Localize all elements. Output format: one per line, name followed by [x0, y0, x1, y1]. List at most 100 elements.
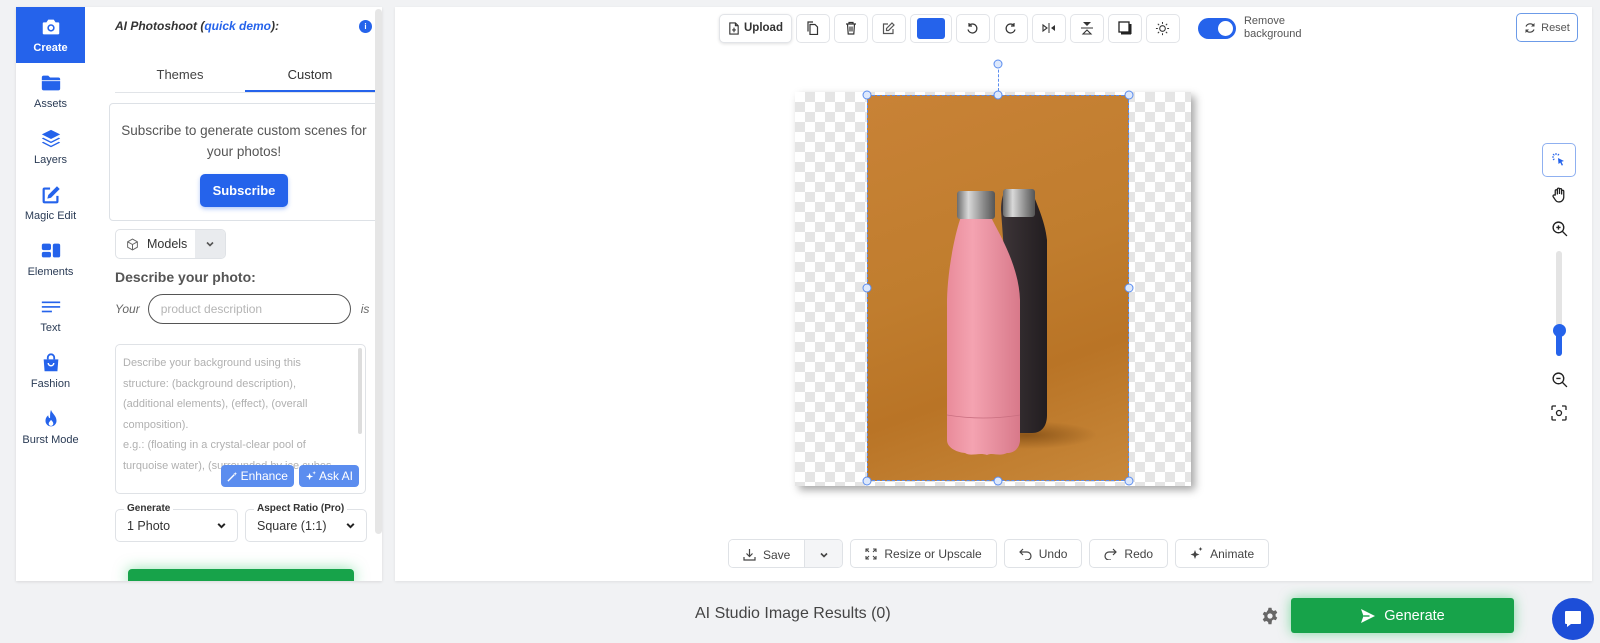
delete-button[interactable]	[833, 13, 868, 43]
fit-to-screen-button[interactable]	[1542, 396, 1576, 430]
subscribe-card: Subscribe to generate custom scenes for …	[109, 103, 379, 221]
generate-select-label: Generate	[124, 503, 174, 514]
fill-color-button[interactable]	[909, 13, 952, 43]
rotate-left-button[interactable]	[955, 13, 990, 43]
background-description-textarea[interactable]: Describe your background using this stru…	[115, 344, 366, 494]
models-label: Models	[147, 237, 188, 251]
rotate-right-button[interactable]	[993, 13, 1028, 43]
zoom-slider-thumb[interactable]	[1553, 324, 1566, 337]
save-label: Save	[763, 547, 791, 562]
flip-horizontal-icon	[1042, 23, 1055, 33]
remove-background-toggle[interactable]	[1197, 17, 1236, 39]
subscribe-button[interactable]: Subscribe	[199, 174, 289, 207]
select-tool-button[interactable]	[1542, 143, 1576, 177]
sidebar-item-text[interactable]: Text	[16, 287, 85, 343]
textarea-scrollbar[interactable]	[358, 348, 362, 434]
zoom-in-button[interactable]	[1542, 211, 1576, 245]
resize-upscale-button[interactable]: Resize or Upscale	[850, 539, 997, 568]
panel-generate-button-partial[interactable]	[128, 569, 354, 581]
resize-handle-bottom-left[interactable]	[862, 476, 872, 486]
sidebar-item-burst-mode[interactable]: Burst Mode	[16, 399, 85, 455]
pan-tool-button[interactable]	[1542, 177, 1576, 211]
send-icon	[1361, 608, 1376, 623]
edit-button[interactable]	[871, 13, 906, 43]
generate-count-select[interactable]: Generate 1 Photo	[115, 503, 238, 542]
models-button[interactable]: Models	[116, 230, 195, 258]
sidebar-item-fashion[interactable]: Fashion	[16, 343, 85, 399]
sidebar-item-label: Layers	[33, 154, 68, 166]
sidebar-item-assets[interactable]: Assets	[16, 63, 85, 119]
ask-ai-button[interactable]: Ask AI	[298, 465, 359, 487]
settings-button[interactable]	[1261, 607, 1279, 630]
duplicate-button[interactable]	[795, 13, 830, 43]
resize-handle-left[interactable]	[862, 283, 872, 293]
zoom-out-icon	[1551, 371, 1567, 387]
layers-icon	[41, 129, 60, 148]
ai-photoshoot-panel: AI Photoshoot (quick demo): i Themes Cus…	[85, 7, 379, 581]
aspect-select-value: Square (1:1)	[257, 519, 327, 533]
zoom-slider[interactable]	[1553, 251, 1566, 356]
sidebar-item-label: Assets	[33, 98, 67, 110]
shadow-icon	[1118, 21, 1132, 35]
models-toggle[interactable]	[195, 230, 225, 258]
brightness-icon	[1156, 21, 1170, 35]
undo-label: Undo	[1038, 546, 1068, 561]
resize-handle-bottom[interactable]	[993, 476, 1003, 486]
resize-handle-right[interactable]	[1124, 283, 1134, 293]
chat-bubble-icon	[1565, 611, 1581, 627]
tab-custom[interactable]: Custom	[245, 57, 375, 92]
panel-title: AI Photoshoot (quick demo):	[115, 19, 279, 33]
sidebar-item-layers[interactable]: Layers	[16, 119, 85, 175]
product-description-input[interactable]	[147, 294, 351, 324]
sidebar-item-label: Burst Mode	[22, 434, 79, 446]
adjust-button[interactable]	[1145, 13, 1180, 43]
shadow-button[interactable]	[1107, 13, 1142, 43]
panel-scrollbar[interactable]	[375, 9, 382, 534]
your-label: Your	[115, 302, 140, 316]
generate-button[interactable]: Generate	[1291, 598, 1514, 633]
flip-horizontal-button[interactable]	[1031, 13, 1066, 43]
quick-demo-link[interactable]: quick demo	[204, 19, 271, 33]
sidebar-item-elements[interactable]: Elements	[16, 231, 85, 287]
generate-label: Generate	[1384, 607, 1445, 624]
info-icon[interactable]: i	[359, 20, 372, 33]
fire-icon	[45, 409, 56, 427]
rotation-line	[998, 65, 999, 91]
rotate-handle[interactable]	[993, 59, 1003, 69]
flip-vertical-button[interactable]	[1069, 13, 1104, 43]
sidebar-item-magic-edit[interactable]: Magic Edit	[16, 175, 85, 231]
enhance-button[interactable]: Enhance	[220, 465, 294, 487]
tab-themes[interactable]: Themes	[115, 57, 245, 92]
rotate-right-icon	[1006, 22, 1017, 33]
animate-button[interactable]: Animate	[1175, 539, 1270, 568]
expand-icon	[865, 547, 877, 560]
redo-button[interactable]: Redo	[1089, 539, 1169, 568]
resize-label: Resize or Upscale	[884, 546, 982, 561]
editor-toolbar: Upload Remove background	[719, 13, 1301, 43]
aspect-ratio-select[interactable]: Aspect Ratio (Pro) Square (1:1)	[245, 503, 367, 542]
resize-handle-bottom-right[interactable]	[1124, 476, 1134, 486]
zoom-out-button[interactable]	[1542, 362, 1576, 396]
save-options-button[interactable]	[804, 540, 843, 567]
undo-button[interactable]: Undo	[1003, 539, 1083, 568]
resize-handle-top[interactable]	[993, 90, 1003, 100]
save-button[interactable]: Save	[729, 540, 805, 567]
reset-button[interactable]: Reset	[1516, 13, 1578, 42]
selection-box[interactable]	[867, 95, 1129, 481]
color-swatch	[916, 17, 945, 39]
panel-tabs: Themes Custom	[115, 57, 375, 93]
canvas-stage[interactable]	[795, 59, 1191, 486]
pencil-square-icon	[883, 21, 896, 34]
product-row: Your is	[115, 294, 375, 324]
flip-vertical-icon	[1080, 22, 1093, 35]
models-dropdown[interactable]: Models	[115, 229, 226, 259]
chevron-down-icon	[820, 552, 828, 558]
cube-icon	[127, 238, 138, 250]
download-icon	[743, 549, 756, 561]
chevron-down-icon	[217, 523, 226, 529]
sidebar-item-create[interactable]: Create	[16, 7, 85, 63]
resize-handle-top-right[interactable]	[1124, 90, 1134, 100]
chat-button[interactable]	[1552, 598, 1594, 640]
resize-handle-top-left[interactable]	[862, 90, 872, 100]
upload-button[interactable]: Upload	[719, 13, 792, 43]
